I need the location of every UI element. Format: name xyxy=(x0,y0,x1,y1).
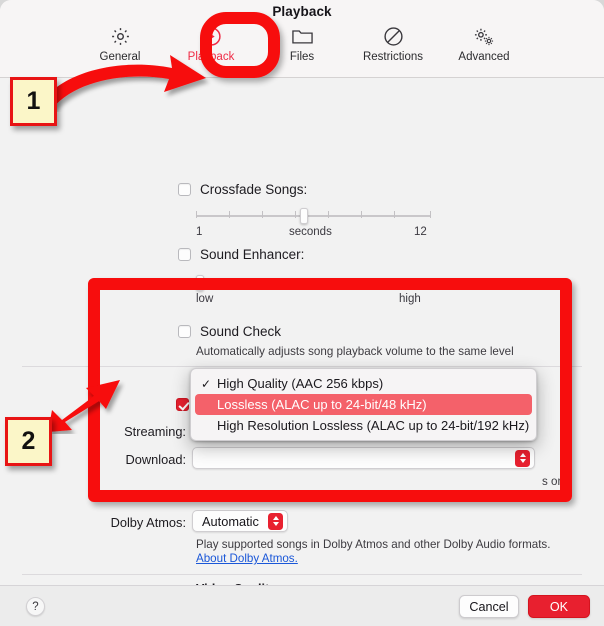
dolby-atmos-select[interactable]: Automatic xyxy=(192,510,288,532)
slider-tick xyxy=(328,211,329,218)
annotation-arrow-two xyxy=(48,380,120,432)
crossfade-min-label: 1 xyxy=(196,226,203,238)
slider-tick xyxy=(361,211,362,218)
annotation-callout-one: 1 xyxy=(10,77,57,126)
tab-advanced[interactable]: Advanced xyxy=(448,22,520,64)
slider-tick xyxy=(229,211,230,218)
tab-restrictions[interactable]: Restrictions xyxy=(357,22,429,64)
slider-tick xyxy=(262,211,263,218)
annotation-arrow-one xyxy=(36,55,206,112)
cancel-button[interactable]: Cancel xyxy=(459,595,519,618)
slider-tick xyxy=(196,211,197,218)
crossfade-slider-track xyxy=(196,215,431,217)
ok-button[interactable]: OK xyxy=(528,595,590,618)
folder-icon xyxy=(291,24,314,49)
chevron-updown-icon xyxy=(268,512,283,530)
window-title: Playback xyxy=(272,4,332,19)
slider-tick xyxy=(394,211,395,218)
crossfade-slider[interactable]: 1 seconds 12 xyxy=(196,208,431,238)
dolby-atmos-value: Automatic xyxy=(202,513,259,529)
sound-enhancer-label: Sound Enhancer: xyxy=(200,247,305,262)
slider-tick xyxy=(430,211,431,218)
double-gear-icon xyxy=(472,24,497,49)
crossfade-slider-thumb[interactable] xyxy=(300,208,308,224)
tab-restrictions-label: Restrictions xyxy=(362,51,424,63)
crossfade-max-label: 12 xyxy=(414,226,427,238)
annotation-callout-two: 2 xyxy=(5,417,52,466)
tab-advanced-label: Advanced xyxy=(458,51,510,63)
gear-icon xyxy=(110,24,131,49)
about-dolby-atmos-link[interactable]: About Dolby Atmos. xyxy=(196,552,298,565)
screenshot-root: Playback General Playback Files Restrict… xyxy=(0,0,604,626)
no-entry-icon xyxy=(383,24,404,49)
crossfade-unit-label: seconds xyxy=(289,226,332,238)
crossfade-songs-checkbox[interactable] xyxy=(178,183,191,196)
sound-enhancer-row[interactable]: Sound Enhancer: xyxy=(178,247,304,262)
annotation-highlight-audio-quality xyxy=(88,278,572,502)
help-button[interactable]: ? xyxy=(26,597,45,616)
dialog-footer: ? Cancel OK xyxy=(0,585,604,626)
sound-enhancer-checkbox[interactable] xyxy=(178,248,191,261)
dolby-atmos-label: Dolby Atmos: xyxy=(110,515,186,530)
tab-files-label: Files xyxy=(289,51,315,63)
slider-tick xyxy=(295,211,296,218)
section-divider xyxy=(22,574,582,575)
crossfade-songs-row[interactable]: Crossfade Songs: xyxy=(178,182,307,197)
crossfade-songs-label: Crossfade Songs: xyxy=(200,182,308,197)
